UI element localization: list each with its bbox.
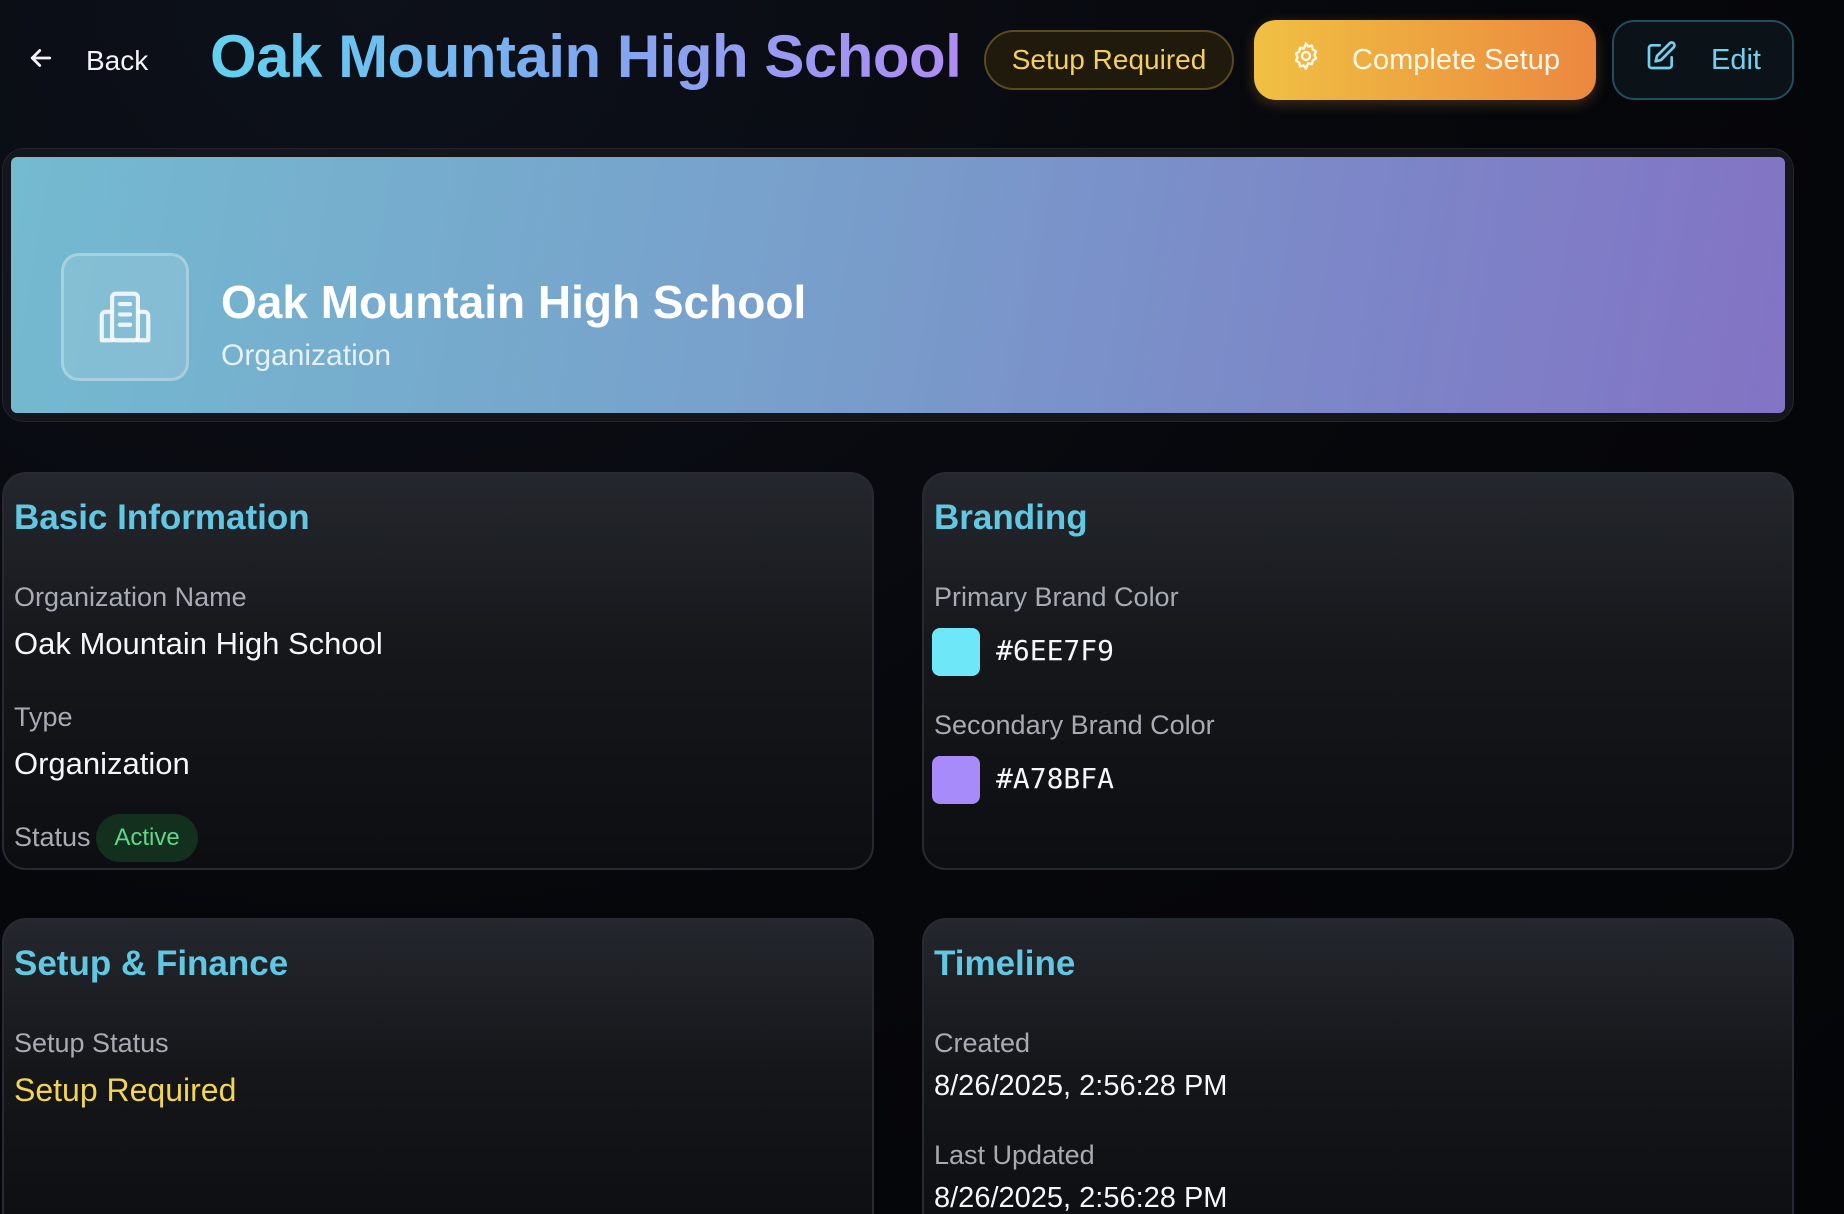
created-label: Created [934,1028,1031,1058]
last-updated-label: Last Updated [934,1140,1095,1170]
organization-name-value: Oak Mountain High School [14,626,383,661]
primary-color-hex: #6EE7F9 [996,634,1115,667]
primary-color-swatch [932,628,980,676]
card-title: Timeline [934,944,1076,983]
hero-organization-name: Oak Mountain High School [221,276,807,328]
page-title: Oak Mountain High School [210,23,962,90]
edit-label: Edit [1711,43,1761,76]
created-value: 8/26/2025, 2:56:28 PM [934,1070,1228,1102]
status-badge: Active [96,814,198,862]
setup-status-label: Setup Status [14,1028,169,1058]
organization-hero-card: Oak Mountain High School Organization [2,148,1794,422]
setup-required-badge: Setup Required [984,30,1234,90]
back-label: Back [86,45,149,76]
primary-brand-color-label: Primary Brand Color [934,582,1179,612]
secondary-brand-color-label: Secondary Brand Color [934,710,1215,740]
status-label: Status [14,822,91,852]
basic-information-card: Basic Information Organization Name Oak … [2,472,874,870]
type-label: Type [14,702,73,732]
organization-name-label: Organization Name [14,582,247,612]
arrow-left-icon [26,43,56,80]
card-title: Setup & Finance [14,944,289,983]
gear-icon [1290,40,1322,80]
last-updated-value: 8/26/2025, 2:56:28 PM [934,1182,1228,1214]
building-icon [61,253,189,381]
edit-button[interactable]: Edit [1612,20,1794,100]
secondary-color-hex: #A78BFA [996,762,1115,795]
hero-organization-type: Organization [221,339,392,372]
setup-finance-card: Setup & Finance Setup Status Setup Requi… [2,918,874,1214]
complete-setup-button[interactable]: Complete Setup [1254,20,1596,100]
pencil-square-icon [1645,40,1677,80]
setup-status-value: Setup Required [14,1072,237,1108]
hero-banner: Oak Mountain High School Organization [11,157,1785,413]
timeline-card: Timeline Created 8/26/2025, 2:56:28 PM L… [922,918,1794,1214]
complete-setup-label: Complete Setup [1352,43,1560,76]
card-title: Basic Information [14,498,310,537]
card-title: Branding [934,498,1088,537]
secondary-color-swatch [932,756,980,804]
branding-card: Branding Primary Brand Color #6EE7F9 Sec… [922,472,1794,870]
page-header: Back Oak Mountain High School Setup Requ… [0,0,1844,122]
back-button[interactable]: Back [26,36,148,86]
type-value: Organization [14,746,190,781]
